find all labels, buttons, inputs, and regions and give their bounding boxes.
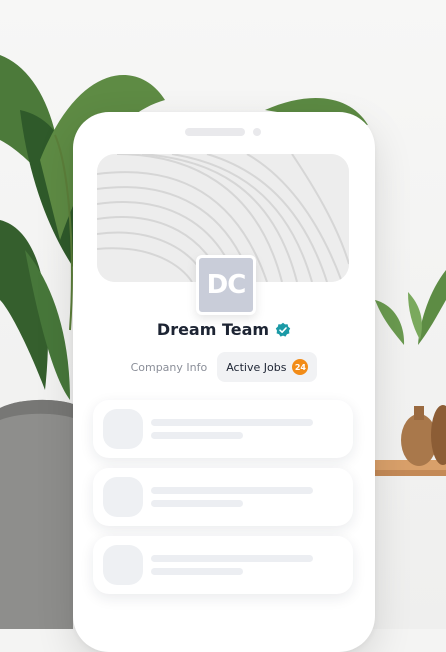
company-logo-initials: DC <box>206 270 247 300</box>
list-item-title-placeholder <box>151 487 313 494</box>
list-item-avatar-placeholder <box>103 545 143 585</box>
phone-camera <box>253 128 261 136</box>
tab-active-jobs[interactable]: Active Jobs 24 <box>217 352 318 382</box>
company-name: Dream Team <box>156 320 270 339</box>
list-item-subtitle-placeholder <box>151 432 243 439</box>
phone-mockup: DC Dream Team Company Info Active Jobs 2… <box>73 112 375 652</box>
list-item-title-placeholder <box>151 419 313 426</box>
list-item-avatar-placeholder <box>103 409 143 449</box>
tab-company-info[interactable]: Company Info <box>131 354 208 381</box>
job-list <box>93 400 353 604</box>
list-item[interactable] <box>93 536 353 594</box>
list-item-title-placeholder <box>151 555 313 562</box>
phone-speaker <box>185 128 245 136</box>
list-item-subtitle-placeholder <box>151 568 243 575</box>
tab-company-info-label: Company Info <box>130 360 208 374</box>
profile-tabs: Company Info Active Jobs 24 <box>73 352 375 382</box>
tab-active-jobs-label: Active Jobs <box>226 360 287 374</box>
active-jobs-count-badge: 24 <box>292 359 309 375</box>
list-item[interactable] <box>93 400 353 458</box>
list-item-subtitle-placeholder <box>151 500 243 507</box>
list-item[interactable] <box>93 468 353 526</box>
company-logo: DC <box>196 255 256 315</box>
verified-badge-icon <box>275 322 291 338</box>
company-header: Dream Team <box>73 320 375 339</box>
list-item-avatar-placeholder <box>103 477 143 517</box>
